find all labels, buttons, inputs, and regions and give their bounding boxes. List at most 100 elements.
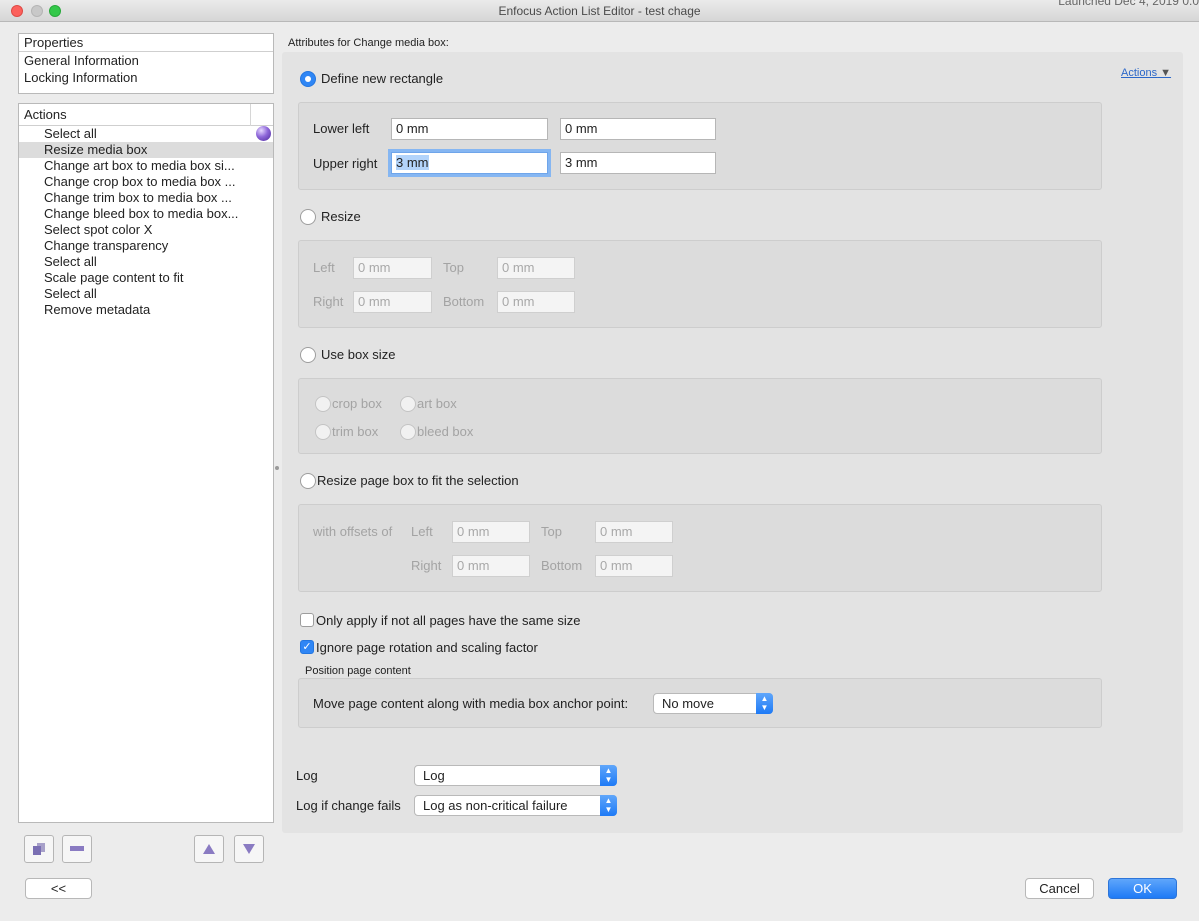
cancel-button[interactable]: Cancel	[1025, 878, 1094, 899]
trim-box-radio[interactable]	[315, 424, 331, 440]
action-item[interactable]: Change art box to media box si...	[19, 158, 273, 174]
resize-right-input[interactable]: 0 mm	[353, 291, 432, 313]
action-item[interactable]: Change crop box to media box ...	[19, 174, 273, 190]
offset-left-input[interactable]: 0 mm	[452, 521, 530, 543]
upper-right-x-value: 3 mm	[396, 155, 429, 170]
log-fail-label: Log if change fails	[296, 798, 401, 813]
property-general-information[interactable]: General Information	[19, 52, 273, 70]
property-locking-information[interactable]: Locking Information	[19, 69, 273, 87]
resize-top-label: Top	[443, 260, 464, 275]
action-item[interactable]: Resize media box	[19, 142, 273, 158]
offset-top-label: Top	[541, 524, 562, 539]
checkmark-icon: ✓	[302, 641, 312, 653]
log-label: Log	[296, 768, 318, 783]
resize-group	[298, 240, 1102, 328]
bleed-box-label: bleed box	[417, 424, 474, 439]
action-item[interactable]: Select spot color X	[19, 222, 273, 238]
only-apply-label: Only apply if not all pages have the sam…	[316, 613, 581, 628]
action-item[interactable]: Remove metadata	[19, 302, 273, 318]
art-box-label: art box	[417, 396, 457, 411]
move-down-icon	[243, 844, 255, 854]
add-action-button[interactable]	[24, 835, 54, 863]
offset-right-input[interactable]: 0 mm	[452, 555, 530, 577]
only-apply-checkbox[interactable]	[300, 613, 314, 627]
ignore-rotation-label: Ignore page rotation and scaling factor	[316, 640, 538, 655]
action-item[interactable]: Change bleed box to media box...	[19, 206, 273, 222]
attributes-title: Attributes for Change media box:	[288, 37, 449, 49]
log-fail-value: Log as non-critical failure	[423, 798, 568, 813]
remove-action-button[interactable]	[62, 835, 92, 863]
move-content-label: Move page content along with media box a…	[313, 696, 629, 711]
actions-menu-link[interactable]: Actions ▼	[1121, 67, 1171, 79]
upper-right-label: Upper right	[313, 156, 378, 171]
resize-top-input[interactable]: 0 mm	[497, 257, 575, 279]
lower-left-y-input[interactable]: 0 mm	[560, 118, 716, 140]
log-fail-select[interactable]: Log as non-critical failure ▲ ▼	[414, 795, 617, 816]
resize-bottom-label: Bottom	[443, 294, 485, 309]
actions-header: Actions	[19, 104, 273, 126]
move-down-button[interactable]	[234, 835, 264, 863]
lower-left-x-input[interactable]: 0 mm	[391, 118, 548, 140]
offset-bottom-label: Bottom	[541, 558, 583, 573]
ignore-rotation-checkbox[interactable]: ✓	[300, 640, 314, 654]
status-orb-icon	[256, 126, 271, 141]
fit-selection-label: Resize page box to fit the selection	[317, 473, 519, 488]
upper-right-y-input[interactable]: 3 mm	[560, 152, 716, 174]
log-value: Log	[423, 768, 445, 783]
splitter-handle[interactable]	[275, 466, 279, 470]
define-new-rectangle-radio[interactable]	[300, 71, 316, 87]
upper-right-x-input[interactable]: 3 mm	[391, 152, 548, 174]
action-item[interactable]: Select all	[19, 126, 273, 142]
move-up-icon	[203, 844, 215, 854]
select-arrows-icon: ▲ ▼	[756, 693, 773, 714]
crop-box-radio[interactable]	[315, 396, 331, 412]
bleed-box-radio[interactable]	[400, 424, 416, 440]
move-up-button[interactable]	[194, 835, 224, 863]
action-item[interactable]: Select all	[19, 254, 273, 270]
art-box-radio[interactable]	[400, 396, 416, 412]
crop-box-label: crop box	[332, 396, 382, 411]
collapse-button[interactable]: <<	[25, 878, 92, 899]
position-content-heading: Position page content	[305, 665, 411, 677]
use-box-size-radio[interactable]	[300, 347, 316, 363]
header-divider	[250, 104, 251, 126]
background-window-text: Launched Dec 4, 2019 0:0	[1058, 0, 1199, 8]
offset-top-input[interactable]: 0 mm	[595, 521, 673, 543]
resize-bottom-input[interactable]: 0 mm	[497, 291, 575, 313]
define-rectangle-group	[298, 102, 1102, 190]
resize-left-input[interactable]: 0 mm	[353, 257, 432, 279]
trim-box-label: trim box	[332, 424, 379, 439]
select-arrows-icon: ▲ ▼	[600, 765, 617, 786]
title-bar: Enfocus Action List Editor - test chage …	[0, 0, 1199, 22]
offset-left-label: Left	[411, 524, 433, 539]
action-item[interactable]: Change transparency	[19, 238, 273, 254]
move-content-select[interactable]: No move ▲ ▼	[653, 693, 773, 714]
ok-button[interactable]: OK	[1108, 878, 1177, 899]
fit-selection-radio[interactable]	[300, 473, 316, 489]
use-box-size-group	[298, 378, 1102, 454]
offset-right-label: Right	[411, 558, 442, 573]
action-item[interactable]: Change trim box to media box ...	[19, 190, 273, 206]
with-offsets-label: with offsets of	[313, 524, 393, 539]
add-action-icon	[33, 843, 45, 855]
actions-panel: Actions Select all Resize media box Change…	[18, 103, 274, 823]
actions-menu-label: Actions	[1121, 67, 1158, 79]
define-new-rectangle-label: Define new rectangle	[321, 71, 444, 86]
properties-panel: Properties General Information Locking I…	[18, 33, 274, 94]
resize-label: Resize	[321, 209, 361, 224]
action-item[interactable]: Select all	[19, 286, 273, 302]
window-title: Enfocus Action List Editor - test chage	[498, 4, 701, 18]
resize-radio[interactable]	[300, 209, 316, 225]
move-content-value: No move	[662, 696, 715, 711]
fit-selection-group	[298, 504, 1102, 592]
action-item[interactable]: Scale page content to fit	[19, 270, 273, 286]
actions-list: Select all Resize media box Change art box…	[19, 126, 273, 318]
resize-right-label: Right	[313, 294, 344, 309]
use-box-size-label: Use box size	[321, 347, 396, 362]
remove-action-icon	[70, 846, 84, 851]
log-select[interactable]: Log ▲ ▼	[414, 765, 617, 786]
select-arrows-icon: ▲ ▼	[600, 795, 617, 816]
offset-bottom-input[interactable]: 0 mm	[595, 555, 673, 577]
dropdown-triangle-icon: ▼	[1157, 67, 1172, 79]
properties-header: Properties	[19, 34, 273, 52]
